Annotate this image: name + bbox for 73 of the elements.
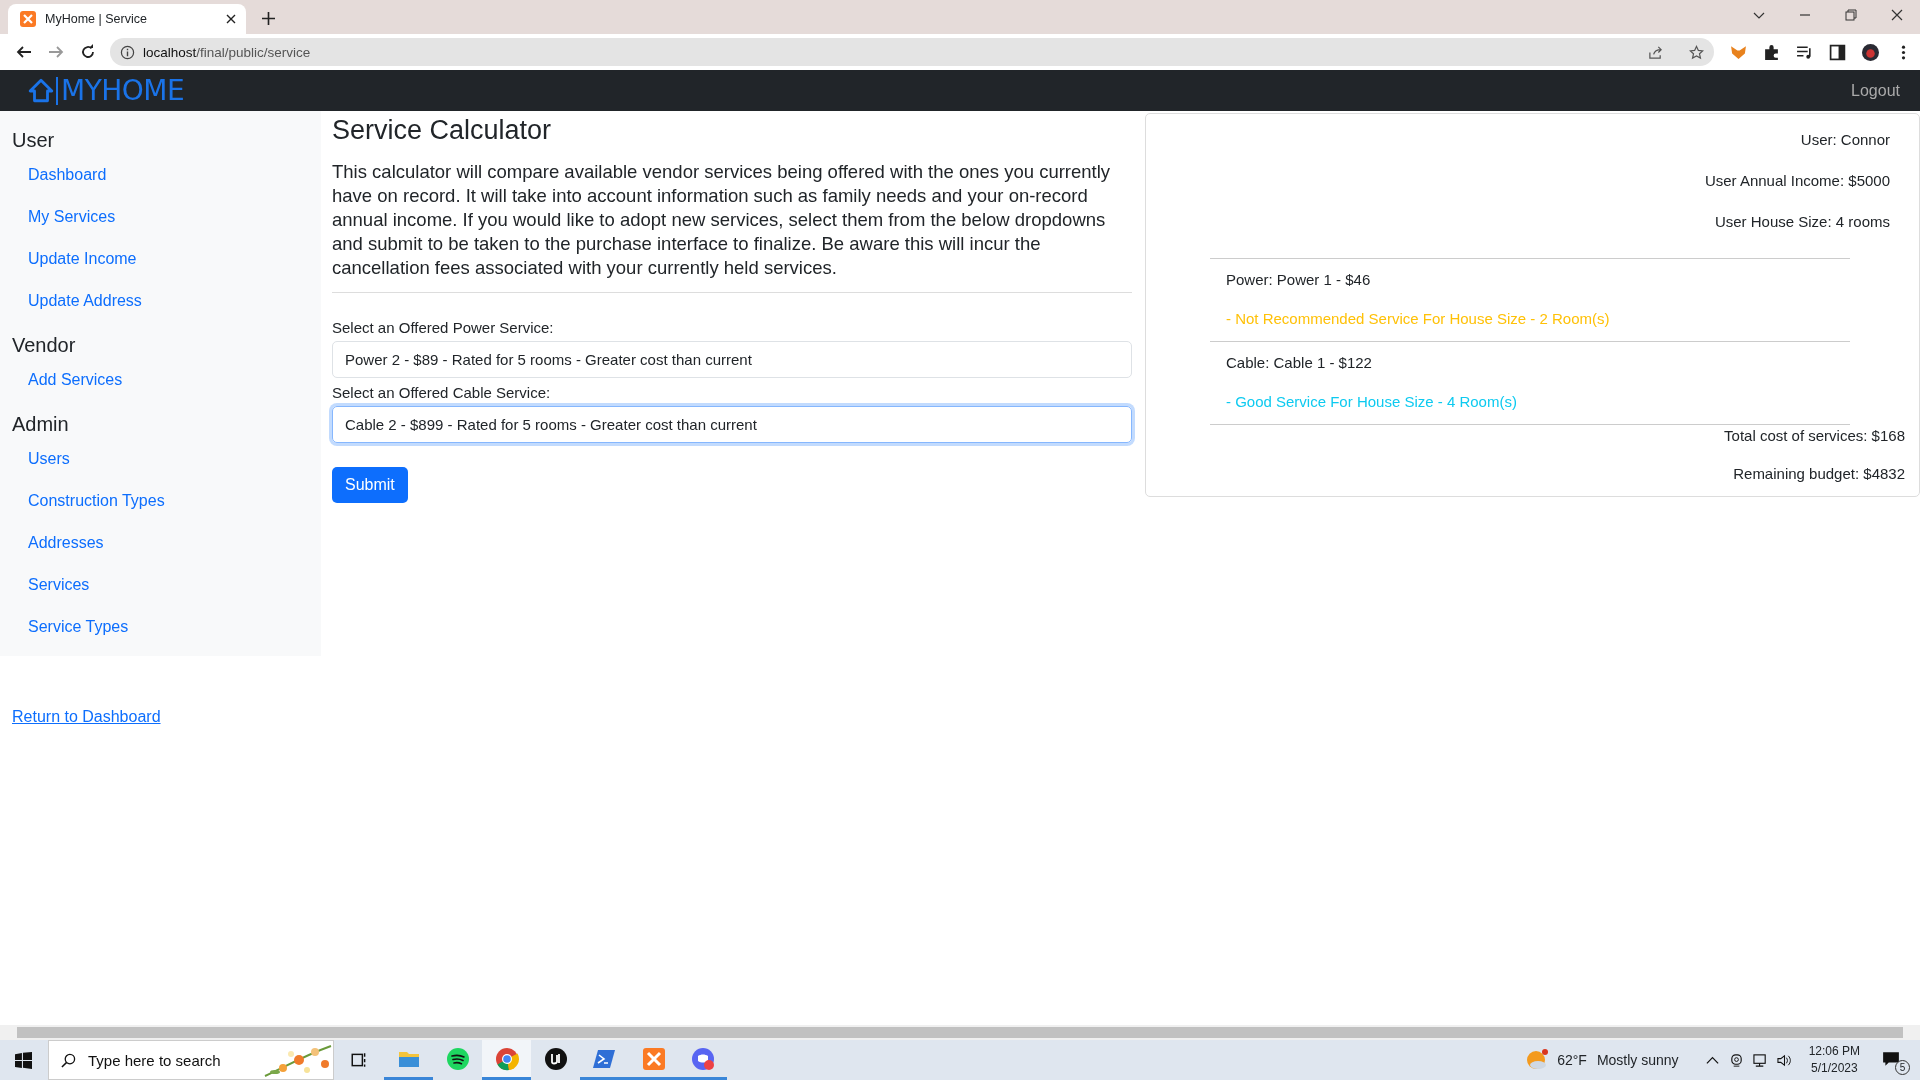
service-select[interactable]: Power 2 - $89 - Rated for 5 rooms - Greater cost than current [332, 341, 1132, 378]
sidebar-heading: User [11, 129, 56, 152]
sidebar-heading: Admin [11, 413, 70, 436]
total-cost: Total cost of services: $168 [1723, 427, 1905, 444]
chrome-icon [494, 1046, 519, 1071]
service-select[interactable]: Cable 2 - $899 - Rated for 5 rooms - Greater cost than current [332, 406, 1132, 443]
share-icon[interactable] [1648, 44, 1663, 60]
sidebar-link[interactable]: Construction Types [0, 492, 321, 510]
house-icon[interactable] [28, 77, 54, 104]
tab-title: MyHome | Service [45, 12, 148, 26]
service-note: - Not Recommended Service For House Size - 2 Room(s) [1226, 310, 1611, 327]
clock[interactable]: 12:06 PM 5/1/2023 [1808, 1043, 1860, 1077]
scrollbar[interactable] [0, 1025, 1920, 1040]
notification-count: 5 [1895, 1060, 1910, 1075]
close-icon[interactable] [1891, 9, 1903, 21]
remaining-budget: Remaining budget: $4832 [1732, 465, 1905, 482]
temperature[interactable]: 62°F [1557, 1052, 1587, 1068]
search-icon [61, 1052, 76, 1068]
service-note: - Good Service For House Size - 4 Room(s) [1226, 393, 1518, 410]
sidebar-link[interactable]: Addresses [0, 534, 321, 552]
forward-icon[interactable] [48, 44, 64, 60]
brand-logo[interactable]: MYHOME [56, 76, 185, 105]
sidebar-link[interactable]: My Services [0, 208, 321, 226]
field-label: Select an Offered Power Service: [332, 319, 555, 336]
return-link[interactable]: Return to Dashboard [12, 708, 309, 726]
back-icon[interactable] [16, 44, 32, 60]
submit-button[interactable]: Submit [332, 467, 408, 503]
sidebar-link[interactable]: Users [0, 450, 321, 468]
field-label: Select an Offered Cable Service: [332, 384, 552, 401]
user-name: User: Connor [1799, 131, 1890, 148]
close-icon[interactable] [226, 14, 236, 24]
page-title: Service Calculator [332, 115, 553, 146]
spotify-icon [445, 1046, 470, 1071]
task-view-icon[interactable] [350, 1051, 368, 1069]
xampp-icon [20, 11, 36, 27]
chat-icon [690, 1046, 715, 1071]
fox-icon[interactable] [1730, 43, 1747, 61]
notifications-button[interactable]: 5 [1878, 1045, 1910, 1075]
house-size: User House Size: 4 rooms [1713, 213, 1890, 230]
url-text: localhost/final/public/service [143, 44, 311, 60]
sidebar-link[interactable]: Services [0, 576, 321, 594]
sidebar-link[interactable]: Update Address [0, 292, 321, 310]
info-icon [120, 44, 135, 60]
avatar-icon[interactable] [1862, 43, 1879, 61]
description: This calculator will compare available vendor services being offered with the ones you currently have on record. It will take into account information such as family needs and your on-record annual income. If you would like to adopt new services, select them from the below dropdowns and submit to be taken to the purchase interface to finalize. Be aware this will incur the cancellation fees associated with your currently held services. [332, 160, 1112, 280]
message-icon [1882, 1050, 1900, 1068]
sidebar-link[interactable]: Dashboard [0, 166, 321, 184]
sidebar-heading: Vendor [11, 334, 77, 357]
star-icon[interactable] [1689, 44, 1704, 60]
unreal-icon [543, 1046, 568, 1071]
volume-icon[interactable] [1776, 1052, 1792, 1068]
xampp-icon [641, 1046, 666, 1071]
puzzle-icon[interactable] [1763, 43, 1780, 61]
logout-link[interactable]: Logout [1851, 81, 1900, 100]
sidebar-link[interactable]: Update Income [0, 250, 321, 268]
browser-tab[interactable]: MyHome | Service [8, 4, 246, 34]
network-icon[interactable] [1752, 1052, 1768, 1068]
media-icon[interactable] [1796, 43, 1813, 61]
service-name: Power: Power 1 - $46 [1226, 271, 1372, 288]
new-tab-icon[interactable] [262, 12, 275, 25]
weather-icon[interactable] [1525, 1048, 1550, 1072]
service-name: Cable: Cable 1 - $122 [1226, 354, 1373, 371]
webcam-icon[interactable] [1728, 1052, 1744, 1068]
reload-icon[interactable] [80, 44, 96, 60]
windows-icon[interactable] [15, 1051, 32, 1069]
address-bar[interactable]: localhost/final/public/service [110, 38, 1714, 66]
weather-text[interactable]: Mostly sunny [1596, 1052, 1679, 1068]
taskbar-search[interactable]: Type here to search [48, 1040, 334, 1080]
restore-icon[interactable] [1845, 9, 1857, 21]
side-panel-icon[interactable] [1829, 43, 1846, 61]
sidebar-link[interactable]: Add Services [0, 371, 321, 389]
sidebar-link[interactable]: Service Types [0, 618, 321, 636]
annual-income: User Annual Income: $5000 [1703, 172, 1890, 189]
